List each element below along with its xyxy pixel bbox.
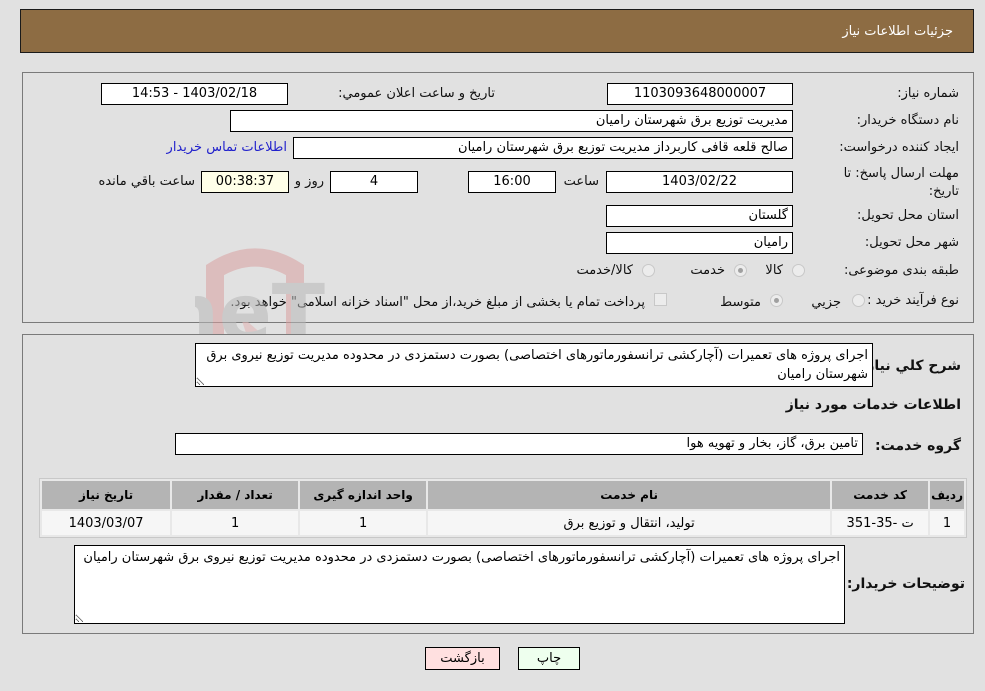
announce-datetime-label: تاریخ و ساعت اعلان عمومي: [338, 86, 495, 101]
treasury-checkbox-label: پرداخت تمام یا بخشی از مبلغ خرید،از محل … [230, 295, 645, 310]
days-label: روز و [294, 174, 324, 189]
details-panel: شرح کلي نياز: اجرای پروژه های تعمیرات (آ… [22, 334, 974, 634]
service-group-field: تامین برق، گاز، بخار و تهویه هوا [175, 433, 863, 455]
need-info-panel: شماره نیاز: 1103093648000007 تاریخ و ساع… [22, 72, 974, 323]
page-header: جزئیات اطلاعات نیاز [20, 9, 974, 53]
col-quantity: تعداد / مقدار [172, 481, 299, 509]
page-title: جزئیات اطلاعات نیاز [842, 23, 953, 39]
buyer-org-field: مديريت توزيع برق شهرستان راميان [230, 110, 793, 132]
cell-unit: 1 [300, 511, 427, 535]
cell-row-number: 1 [930, 511, 964, 535]
deadline-time-label: ساعت [563, 174, 599, 189]
days-remaining-field: 4 [330, 171, 418, 193]
category-radio-service[interactable] [734, 264, 747, 277]
requester-field: صالح قلعه قافی کاربرداز مدیریت توزیع برق… [293, 137, 793, 159]
buyer-notes-textarea[interactable]: اجرای پروژه های تعمیرات (آچارکشی ترانسفو… [74, 545, 845, 624]
announce-datetime-field: 1403/02/18 - 14:53 [101, 83, 288, 105]
services-table: ردیف کد خدمت نام خدمت واحد اندازه گیری ت… [39, 478, 967, 538]
general-desc-label: شرح کلي نياز: [860, 358, 961, 374]
category-option-service: خدمت [690, 263, 725, 278]
deadline-label: مهلت ارسال پاسخ: تا تاریخ: [843, 166, 959, 199]
table-row: 1 ت -35-351 تولید، انتقال و توزیع برق 1 … [42, 511, 964, 535]
cell-quantity: 1 [172, 511, 299, 535]
province-field: گلستان [606, 205, 793, 227]
buyer-notes-label: توضیحات خریدار: [846, 576, 965, 592]
category-option-goods: کالا [765, 263, 783, 278]
purchase-radio-medium[interactable] [770, 294, 783, 307]
back-button[interactable]: بازگشت [425, 647, 500, 670]
cell-need-date: 1403/03/07 [42, 511, 171, 535]
col-service-code: کد خدمت [832, 481, 929, 509]
requester-label: ایجاد کننده درخواست: [839, 140, 959, 155]
time-remaining-field: 00:38:37 [201, 171, 289, 193]
col-service-name: نام خدمت [428, 481, 831, 509]
purchase-option-minor: جزيي [811, 295, 841, 310]
category-option-goods-service: کالا/خدمت [576, 263, 633, 278]
city-field: رامیان [606, 232, 793, 254]
need-number-label: شماره نیاز: [897, 86, 959, 101]
need-number-field: 1103093648000007 [607, 83, 793, 105]
deadline-date-field: 1403/02/22 [606, 171, 793, 193]
cell-service-name: تولید، انتقال و توزیع برق [428, 511, 831, 535]
city-label: شهر محل تحویل: [864, 235, 959, 250]
print-button[interactable]: چاپ [518, 647, 580, 670]
category-label: طبقه بندی موضوعی: [843, 263, 959, 278]
cell-service-code: ت -35-351 [832, 511, 929, 535]
col-unit: واحد اندازه گیری [300, 481, 427, 509]
category-radio-goods[interactable] [792, 264, 805, 277]
general-desc-textarea[interactable]: اجرای پروژه های تعمیرات (آچارکشی ترانسفو… [195, 343, 873, 387]
buyer-org-label: نام دستگاه خريدار: [856, 113, 959, 128]
deadline-time-field: 16:00 [468, 171, 556, 193]
service-group-label: گروه خدمت: [875, 438, 961, 454]
purchase-option-medium: متوسط [720, 295, 761, 310]
col-need-date: تاریخ نیاز [42, 481, 171, 509]
table-header-row: ردیف کد خدمت نام خدمت واحد اندازه گیری ت… [42, 481, 964, 509]
treasury-checkbox[interactable] [654, 293, 667, 306]
purchase-radio-minor[interactable] [852, 294, 865, 307]
purchase-type-label: نوع فرآیند خرید : [867, 293, 959, 308]
col-row-number: ردیف [930, 481, 964, 509]
category-radio-goods-service[interactable] [642, 264, 655, 277]
buyer-contact-link[interactable]: اطلاعات تماس خریدار [167, 140, 287, 155]
services-section-title: اطلاعات خدمات مورد نياز [785, 397, 961, 413]
time-remaining-label: ساعت باقي مانده [98, 174, 195, 189]
province-label: استان محل تحویل: [857, 208, 959, 223]
